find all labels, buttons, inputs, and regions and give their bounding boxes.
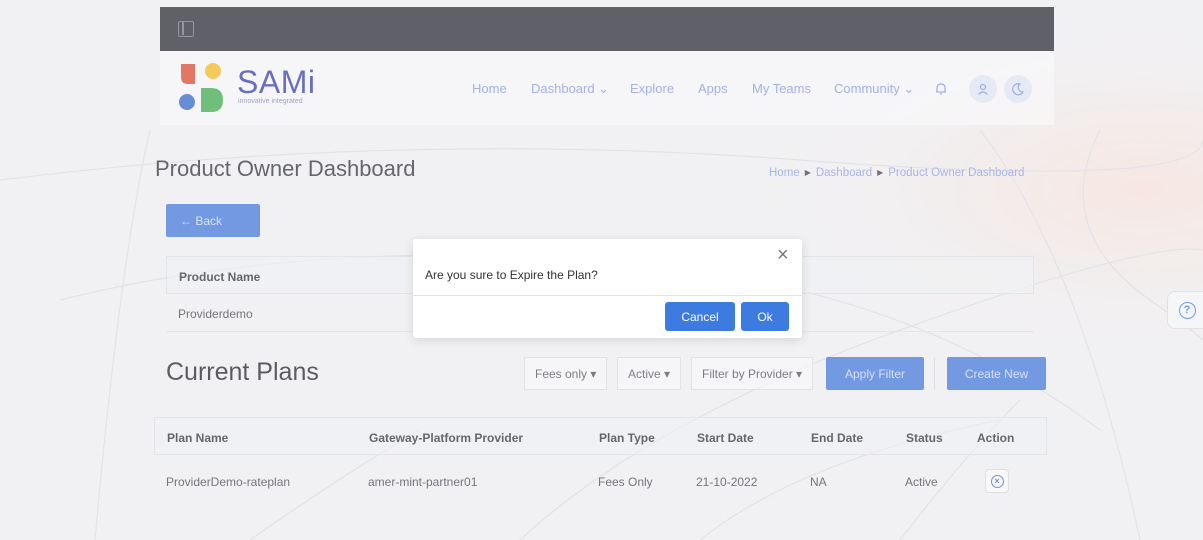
cancel-button[interactable]: Cancel: [665, 302, 735, 331]
close-icon[interactable]: ×: [777, 245, 789, 265]
dialog-divider: [413, 295, 802, 296]
ok-button[interactable]: Ok: [741, 302, 789, 331]
confirm-expire-dialog: × Are you sure to Expire the Plan? Cance…: [413, 239, 802, 338]
dialog-message: Are you sure to Expire the Plan?: [425, 268, 598, 282]
